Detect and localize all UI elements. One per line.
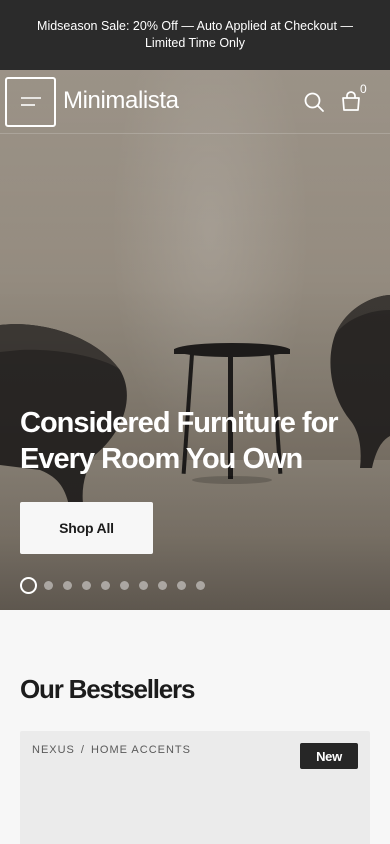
slide-dot-8[interactable]	[158, 581, 167, 590]
bestsellers-title: Our Bestsellers	[20, 674, 195, 704]
slide-dot-3[interactable]	[63, 581, 72, 590]
shop-all-button[interactable]: Shop All	[20, 502, 153, 554]
announcement-bar: Midseason Sale: 20% Off — Auto Applied a…	[0, 0, 390, 70]
search-icon	[304, 92, 324, 112]
hero-title: Considered Furniture for Every Room You …	[20, 407, 339, 475]
product-card[interactable]: NEXUS / HOME ACCENTS New	[20, 731, 370, 844]
cart-count-badge: 0	[360, 82, 367, 96]
slide-dot-10[interactable]	[196, 581, 205, 590]
product-category[interactable]: HOME ACCENTS	[91, 744, 191, 756]
announcement-text: Midseason Sale: 20% Off — Auto Applied a…	[37, 19, 353, 50]
new-badge: New	[300, 743, 358, 769]
site-logo[interactable]: Minimalista	[63, 87, 179, 115]
slide-dot-9[interactable]	[177, 581, 186, 590]
slide-dot-6[interactable]	[120, 581, 129, 590]
menu-button[interactable]	[5, 77, 56, 127]
slide-dot-5[interactable]	[101, 581, 110, 590]
menu-icon	[21, 97, 41, 106]
slide-dot-2[interactable]	[44, 581, 53, 590]
bag-icon	[342, 91, 360, 111]
slide-dot-1[interactable]	[20, 577, 37, 594]
breadcrumb-separator: /	[80, 744, 85, 756]
site-header: Minimalista 0	[0, 70, 390, 134]
product-breadcrumb: NEXUS / HOME ACCENTS	[32, 744, 191, 756]
product-brand[interactable]: NEXUS	[32, 744, 75, 756]
slide-dot-7[interactable]	[139, 581, 148, 590]
slide-dot-4[interactable]	[82, 581, 91, 590]
search-button[interactable]	[302, 90, 326, 114]
